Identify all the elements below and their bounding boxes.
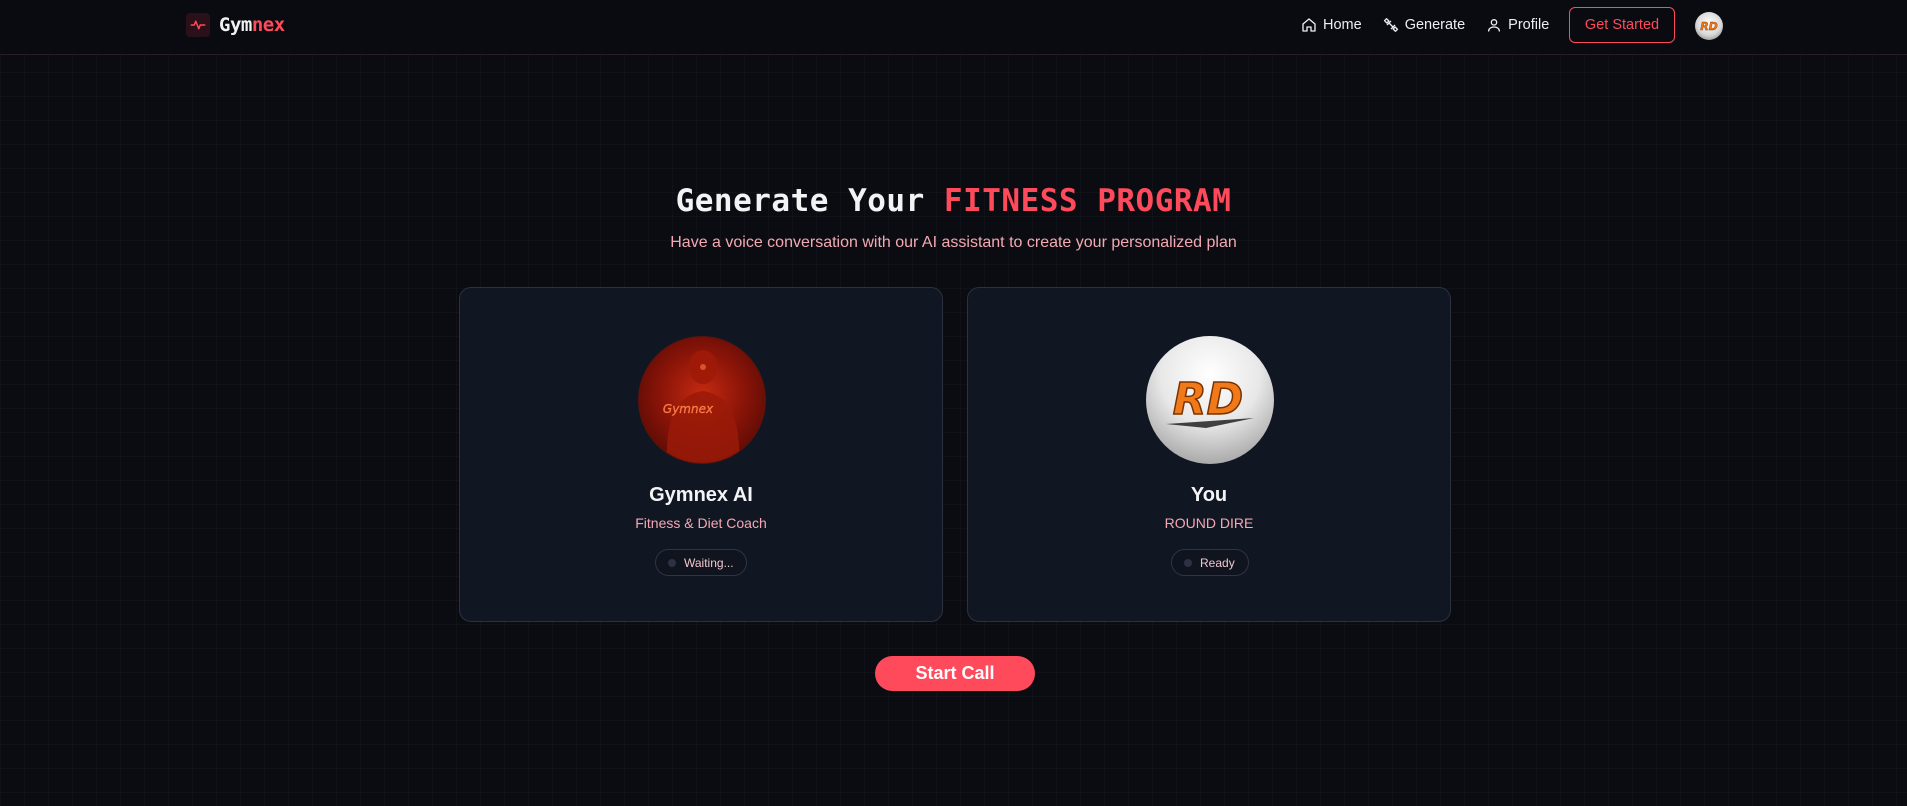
status-dot-icon [1184, 558, 1192, 567]
user-avatar-logo: RD [1700, 20, 1718, 33]
user-card-avatar: RD [1146, 336, 1274, 464]
nav-generate[interactable]: Generate [1383, 17, 1465, 33]
dumbbell-icon [1383, 18, 1398, 32]
home-icon [1302, 18, 1316, 32]
nav-generate-label: Generate [1404, 17, 1466, 33]
brand-name-part2: nex [251, 14, 285, 36]
ai-assistant-card: Gymnex Gymnex AI Fitness & Diet Coach Wa… [459, 287, 943, 622]
brand-name-part1: Gym [219, 14, 252, 36]
ai-role: Fitness & Diet Coach [635, 515, 767, 531]
nav-home[interactable]: Home [1301, 17, 1362, 33]
ai-name: Gymnex AI [649, 484, 753, 506]
page-subtitle: Have a voice conversation with our AI as… [670, 234, 1237, 251]
navbar: Gymnex Home Generate Profile Get Started… [0, 0, 1907, 55]
ai-status-badge: Waiting... [655, 549, 747, 576]
nav-home-label: Home [1323, 17, 1362, 33]
user-card-avatar-initials: RD [1173, 374, 1243, 425]
user-icon [1488, 19, 1501, 32]
nav-profile-label: Profile [1508, 17, 1550, 33]
page-title: Generate Your FITNESS PROGRAM [0, 183, 1907, 219]
ai-avatar: Gymnex [638, 336, 766, 464]
main-nav: Home Generate Profile [1301, 15, 1570, 35]
user-card-avatar-image: RD [1166, 373, 1254, 428]
start-call-button[interactable]: Start Call [875, 656, 1035, 691]
user-card-name: You [1190, 484, 1228, 506]
ai-status-label: Waiting... [684, 555, 734, 570]
page-title-part2: FITNESS PROGRAM [943, 183, 1232, 219]
user-card: RD You ROUND DIRE Ready [967, 287, 1451, 622]
user-card-username: ROUND DIRE [1164, 515, 1254, 531]
activity-pulse-icon [186, 13, 210, 37]
get-started-button[interactable]: Get Started [1569, 7, 1675, 43]
brand-logo[interactable]: Gymnex [186, 13, 285, 37]
brand-name: Gymnex [219, 14, 285, 36]
user-status-badge: Ready [1171, 549, 1249, 576]
ai-avatar-text: Gymnex [663, 402, 714, 416]
ai-avatar-image: Gymnex [663, 350, 740, 463]
user-avatar[interactable]: RD [1695, 12, 1723, 40]
user-status-label: Ready [1200, 555, 1235, 570]
user-avatar-initials: RD [1700, 20, 1718, 33]
nav-profile[interactable]: Profile [1486, 17, 1549, 33]
status-dot-icon [668, 558, 676, 567]
page-title-part1: Generate Your [675, 183, 925, 219]
